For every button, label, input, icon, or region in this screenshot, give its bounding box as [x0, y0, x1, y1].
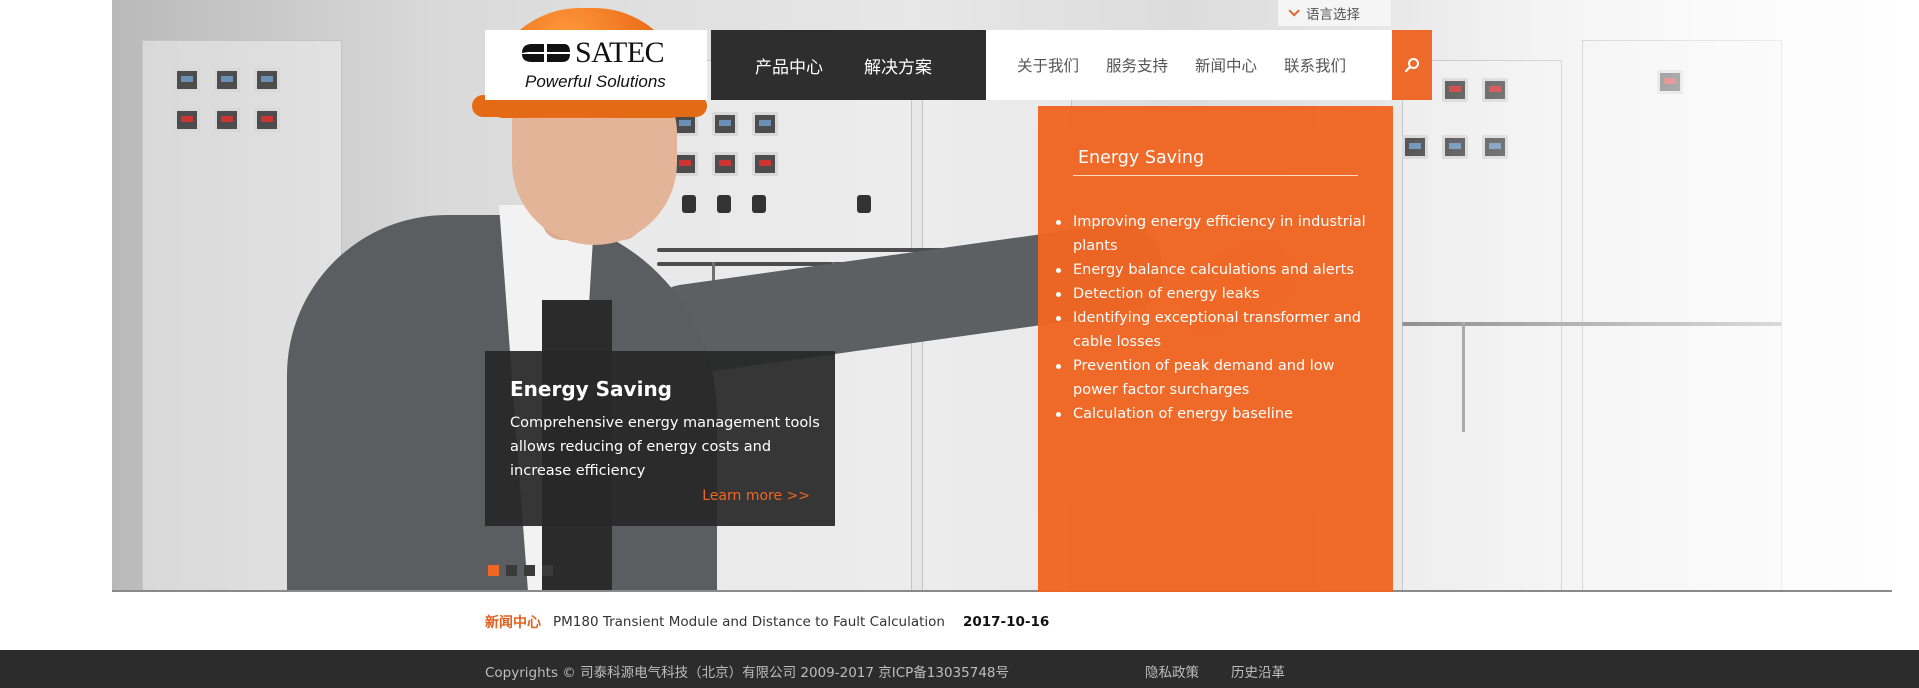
news-headline[interactable]: PM180 Transient Module and Distance to F… [553, 614, 945, 630]
slider-dot-1[interactable] [488, 565, 499, 576]
nav-solutions[interactable]: 解决方案 [864, 53, 932, 78]
slide-caption-title: Energy Saving [510, 377, 672, 401]
learn-more-link[interactable]: Learn more >> [702, 488, 810, 504]
feature-panel-title: Energy Saving [1078, 148, 1205, 168]
logo[interactable]: SATEC Powerful Solutions [485, 30, 707, 100]
feature-list-item: Identifying exceptional transformer and … [1056, 306, 1373, 354]
language-selector-label: 语言选择 [1306, 7, 1360, 23]
copyright-text: Copyrights © 司泰科源电气科技（北京）有限公司 2009-2017 … [485, 665, 1010, 681]
feature-list-item: Prevention of peak demand and low power … [1056, 354, 1373, 402]
logo-brand: SATEC [575, 36, 665, 69]
news-ticker: 新闻中心 PM180 Transient Module and Distance… [485, 612, 1049, 632]
privacy-policy-link[interactable]: 隐私政策 [1145, 661, 1199, 681]
feature-panel: Energy Saving Improving energy efficienc… [1038, 106, 1393, 592]
hero-fade [1372, 0, 1892, 592]
slider-dot-4[interactable] [542, 565, 553, 576]
meter-icon [254, 68, 280, 92]
feature-list-item: Energy balance calculations and alerts [1056, 258, 1373, 282]
meter-icon [174, 68, 200, 92]
slider-dot-2[interactable] [506, 565, 517, 576]
primary-nav: 产品中心 解决方案 [711, 30, 986, 100]
nav-about[interactable]: 关于我们 [1017, 54, 1079, 76]
nav-contact[interactable]: 联系我们 [1284, 54, 1346, 76]
language-selector[interactable]: 语言选择 [1278, 0, 1391, 26]
feature-panel-divider [1073, 175, 1358, 176]
satec-logo-icon [522, 44, 570, 62]
slider-pagination [488, 565, 553, 576]
history-link[interactable]: 历史沿革 [1231, 661, 1285, 681]
news-date: 2017-10-16 [962, 614, 1050, 630]
nav-products[interactable]: 产品中心 [755, 53, 823, 78]
meter-icon [254, 108, 280, 132]
feature-list-item: Improving energy efficiency in industria… [1056, 210, 1373, 258]
feature-list-item: Calculation of energy baseline [1056, 402, 1373, 426]
secondary-nav: 关于我们 服务支持 新闻中心 联系我们 [986, 30, 1392, 100]
search-button[interactable] [1392, 30, 1432, 100]
meter-icon [214, 68, 240, 92]
logo-tagline: Powerful Solutions [525, 72, 666, 91]
search-icon [1404, 58, 1419, 73]
footer: Copyrights © 司泰科源电气科技（北京）有限公司 2009-2017 … [0, 650, 1919, 688]
feature-list: Improving energy efficiency in industria… [1056, 210, 1373, 426]
slide-caption: Energy Saving Comprehensive energy manag… [485, 351, 835, 526]
meter-icon [174, 108, 200, 132]
news-label[interactable]: 新闻中心 [485, 612, 541, 632]
hero-divider [112, 590, 1892, 592]
chevron-down-icon [1288, 5, 1300, 17]
slider-dot-3[interactable] [524, 565, 535, 576]
feature-list-item: Detection of energy leaks [1056, 282, 1373, 306]
meter-icon [214, 108, 240, 132]
nav-news[interactable]: 新闻中心 [1195, 54, 1257, 76]
nav-support[interactable]: 服务支持 [1106, 54, 1168, 76]
slide-caption-text: Comprehensive energy management tools al… [510, 415, 820, 479]
